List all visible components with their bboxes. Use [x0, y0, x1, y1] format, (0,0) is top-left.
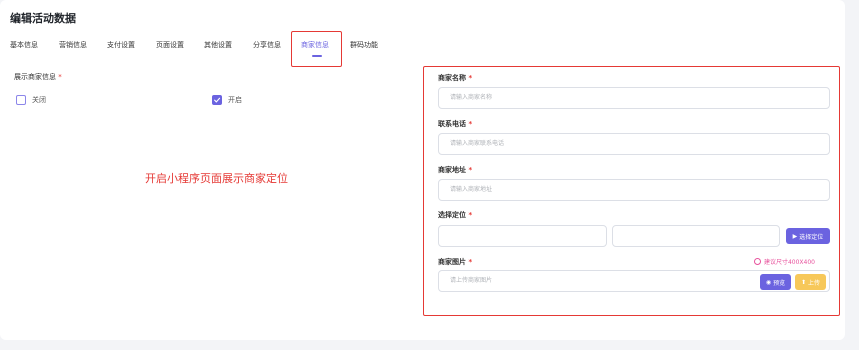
latitude-input[interactable] — [612, 225, 780, 247]
required-mark: * — [468, 74, 473, 82]
required-mark: * — [468, 258, 473, 266]
select-location-button-label: 选择定位 — [799, 233, 824, 241]
preview-button[interactable]: ◉ 预览 — [760, 274, 791, 290]
required-mark: * — [468, 166, 473, 174]
location-label-text: 选择定位 — [438, 211, 466, 219]
play-icon: ▶ — [792, 232, 798, 240]
option-open[interactable]: 开启 — [212, 95, 242, 105]
address-input[interactable]: 请输入商家地址 — [438, 179, 830, 201]
image-size-hint: 建议尺寸400X400 — [753, 257, 815, 266]
phone-label-text: 联系电话 — [438, 120, 466, 128]
show-merchant-label-text: 展示商家信息 — [14, 73, 56, 81]
tab-group-code[interactable]: 群码功能 — [350, 40, 378, 50]
tab-share-info[interactable]: 分享信息 — [253, 40, 281, 50]
tab-payment-settings[interactable]: 支付设置 — [107, 40, 135, 50]
longitude-input[interactable] — [438, 225, 607, 247]
location-label: 选择定位 * — [438, 210, 472, 220]
phone-label: 联系电话 * — [438, 119, 472, 129]
phone-input[interactable]: 请输入商家联系电话 — [438, 133, 830, 155]
tab-merchant-info[interactable]: 商家信息 — [301, 40, 329, 50]
upload-button[interactable]: ⬆ 上传 — [795, 274, 826, 290]
tab-basic-info[interactable]: 基本信息 — [10, 40, 38, 50]
checkbox-close[interactable] — [16, 95, 26, 105]
required-mark: * — [468, 211, 473, 219]
tab-page-settings[interactable]: 页面设置 — [156, 40, 184, 50]
preview-button-label: 预览 — [773, 279, 786, 287]
address-label: 商家地址 * — [438, 165, 472, 175]
tab-marketing-info[interactable]: 营销信息 — [59, 40, 87, 50]
tab-other-settings[interactable]: 其他设置 — [204, 40, 232, 50]
option-open-label: 开启 — [228, 96, 242, 104]
page-title: 编辑活动数据 — [10, 12, 76, 25]
merchant-name-input[interactable]: 请输入商家名称 — [438, 87, 830, 109]
upload-icon: ⬆ — [800, 278, 806, 286]
merchant-name-label-text: 商家名称 — [438, 74, 466, 82]
check-icon — [214, 97, 221, 103]
required-mark: * — [468, 120, 473, 128]
option-close[interactable]: 关闭 — [16, 95, 46, 105]
image-label: 商家图片 * — [438, 257, 472, 267]
main-card: 编辑活动数据 基本信息 营销信息 支付设置 页面设置 其他设置 分享信息 商家信… — [0, 0, 845, 340]
required-mark: * — [58, 73, 62, 81]
image-label-text: 商家图片 — [438, 258, 466, 266]
image-size-hint-text: 建议尺寸400X400 — [763, 259, 815, 266]
annotation-text: 开启小程序页面展示商家定位 — [145, 172, 288, 185]
option-close-label: 关闭 — [32, 96, 46, 104]
checkbox-open[interactable] — [212, 95, 222, 105]
address-label-text: 商家地址 — [438, 166, 466, 174]
info-icon — [753, 258, 761, 265]
merchant-name-label: 商家名称 * — [438, 73, 472, 83]
show-merchant-label: 展示商家信息 * — [14, 72, 62, 82]
eye-icon: ◉ — [765, 278, 772, 286]
active-tab-indicator — [312, 55, 322, 57]
select-location-button[interactable]: ▶ 选择定位 — [786, 228, 830, 244]
upload-button-label: 上传 — [808, 279, 821, 287]
